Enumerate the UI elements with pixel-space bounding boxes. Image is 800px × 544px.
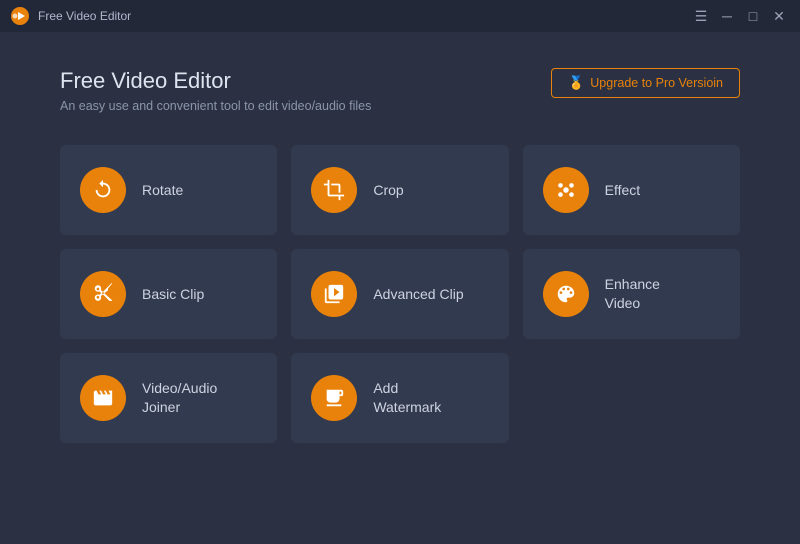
advanced-clip-icon [311,271,357,317]
scissors-icon [80,271,126,317]
card-rotate[interactable]: Rotate [60,145,277,235]
upgrade-label: Upgrade to Pro Versioin [590,76,723,90]
maximize-button[interactable]: □ [742,5,764,27]
card-video-audio-joiner[interactable]: Video/Audio Joiner [60,353,277,443]
page-subtitle: An easy use and convenient tool to edit … [60,99,371,113]
header-text: Free Video Editor An easy use and conven… [60,68,371,113]
features-grid: Rotate Crop Effect Basic Clip [60,145,740,443]
app-logo-icon [10,6,30,26]
card-advanced-clip[interactable]: Advanced Clip [291,249,508,339]
close-button[interactable]: ✕ [768,5,790,27]
watermark-icon [311,375,357,421]
rotate-icon [80,167,126,213]
card-enhance-video[interactable]: Enhance Video [523,249,740,339]
palette-icon [543,271,589,317]
card-effect[interactable]: Effect [523,145,740,235]
card-crop[interactable]: Crop [291,145,508,235]
minimize-button[interactable]: ─ [716,5,738,27]
effect-label: Effect [605,181,641,200]
page-header: Free Video Editor An easy use and conven… [60,68,740,113]
page-title: Free Video Editor [60,68,371,94]
crop-label: Crop [373,181,403,200]
title-bar-label: Free Video Editor [38,9,690,23]
video-audio-joiner-label: Video/Audio Joiner [142,379,217,417]
empty-slot [523,353,740,443]
effect-icon [543,167,589,213]
add-watermark-label: Add Watermark [373,379,441,417]
upgrade-button[interactable]: 🏅 Upgrade to Pro Versioin [551,68,740,98]
menu-button[interactable]: ☰ [690,5,712,27]
rotate-label: Rotate [142,181,183,200]
title-bar: Free Video Editor ☰ ─ □ ✕ [0,0,800,32]
upgrade-icon: 🏅 [568,75,584,91]
advanced-clip-label: Advanced Clip [373,285,463,304]
card-add-watermark[interactable]: Add Watermark [291,353,508,443]
joiner-icon [80,375,126,421]
card-basic-clip[interactable]: Basic Clip [60,249,277,339]
crop-icon [311,167,357,213]
enhance-video-label: Enhance Video [605,275,660,313]
window-controls: ☰ ─ □ ✕ [690,5,790,27]
basic-clip-label: Basic Clip [142,285,204,304]
main-content: Free Video Editor An easy use and conven… [0,32,800,544]
